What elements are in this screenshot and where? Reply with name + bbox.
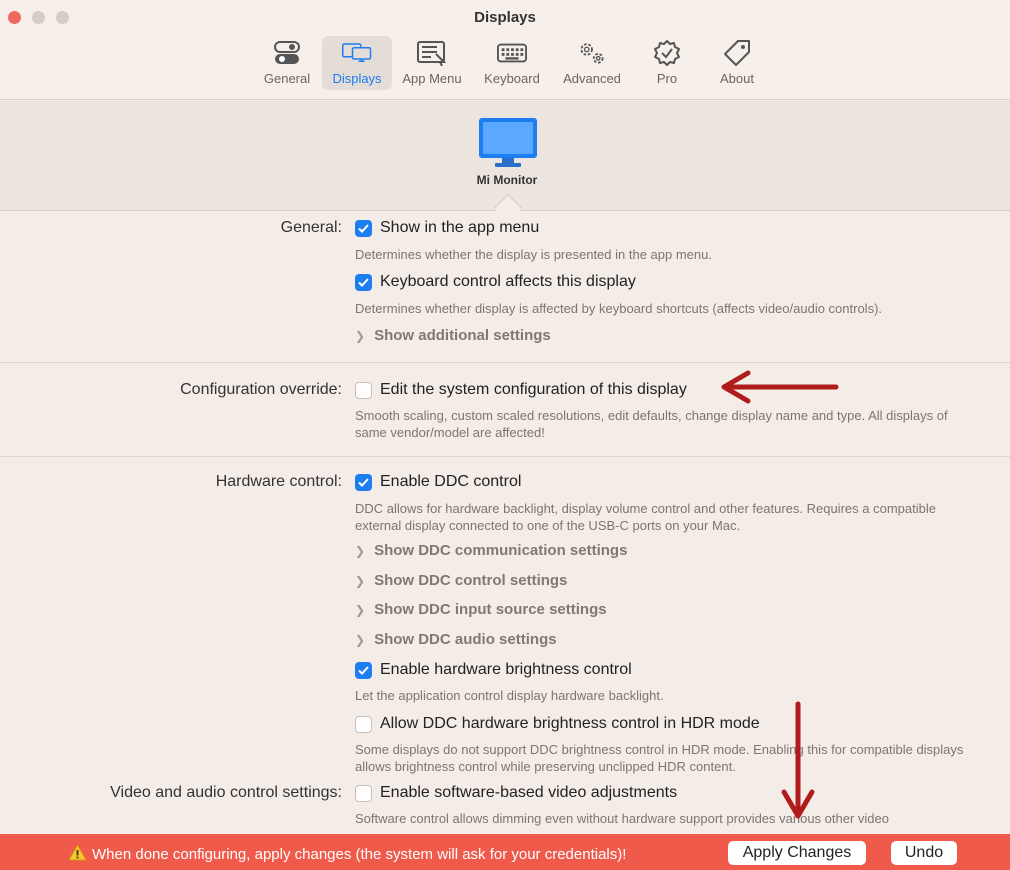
displays-icon <box>342 40 372 66</box>
preferences-tabs: General Displays App Menu Keyboard Advan… <box>252 36 772 90</box>
display-picker: Mi Monitor <box>0 101 1010 211</box>
tab-about-label: About <box>720 71 754 86</box>
ddc-input-source-disclosure[interactable]: ❯ Show DDC input source settings <box>355 601 607 618</box>
keyboard-control-label: Keyboard control affects this display <box>380 273 636 290</box>
hdr-brightness-description: Some displays do not support DDC brightn… <box>355 742 964 774</box>
annotation-arrow-left <box>721 370 839 404</box>
hw-brightness-checkbox[interactable] <box>355 661 372 679</box>
hdr-brightness-label: Allow DDC hardware brightness control in… <box>380 715 760 732</box>
ddc-label: Enable DDC control <box>380 473 522 490</box>
chevron-right-icon: ❯ <box>355 328 366 343</box>
apply-changes-button[interactable]: Apply Changes <box>728 841 866 865</box>
preferences-window: Displays General Displays App Menu Keybo… <box>0 0 1010 870</box>
undo-button[interactable]: Undo <box>891 841 957 865</box>
show-in-menu-description: Determines whether the display is presen… <box>355 247 712 262</box>
ddc-checkbox[interactable] <box>355 473 372 491</box>
show-in-menu-checkbox[interactable] <box>355 219 372 237</box>
software-video-description: Software control allows dimming even wit… <box>355 811 889 826</box>
edit-config-checkbox[interactable] <box>355 381 372 399</box>
video-audio-section-label: Video and audio control settings: <box>110 784 342 801</box>
tab-app-menu-label: App Menu <box>402 71 462 86</box>
tab-advanced-label: Advanced <box>563 71 621 86</box>
ddc-control-disclosure[interactable]: ❯ Show DDC control settings <box>355 572 567 589</box>
toggles-icon <box>272 40 302 66</box>
show-in-menu-option[interactable]: Show in the app menu <box>355 219 539 237</box>
edit-config-description: Smooth scaling, custom scaled resolution… <box>355 408 948 440</box>
tab-displays-label: Displays <box>332 71 382 86</box>
tab-general[interactable]: General <box>252 36 322 90</box>
toolbar: Displays General Displays App Menu Keybo… <box>0 0 1010 100</box>
section-divider <box>0 456 1010 457</box>
tab-app-menu[interactable]: App Menu <box>392 36 472 90</box>
show-additional-settings-label: Show additional settings <box>374 327 551 344</box>
chevron-right-icon: ❯ <box>355 632 366 647</box>
tab-advanced[interactable]: Advanced <box>552 36 632 90</box>
ddc-communication-disclosure[interactable]: ❯ Show DDC communication settings <box>355 542 627 559</box>
banner-message-text: When done configuring, apply changes (th… <box>92 846 627 863</box>
keyboard-icon <box>497 40 527 66</box>
tag-icon <box>722 40 752 66</box>
chevron-right-icon: ❯ <box>355 602 366 617</box>
banner-message: When done configuring, apply changes (th… <box>68 844 626 865</box>
ddc-input-source-label: Show DDC input source settings <box>374 601 607 618</box>
software-video-label: Enable software-based video adjustments <box>380 784 678 801</box>
edit-config-option[interactable]: Edit the system configuration of this di… <box>355 381 687 399</box>
edit-config-label: Edit the system configuration of this di… <box>380 381 687 398</box>
software-video-option[interactable]: Enable software-based video adjustments <box>355 784 677 802</box>
keyboard-control-option[interactable]: Keyboard control affects this display <box>355 273 636 291</box>
app-menu-icon <box>417 40 447 66</box>
tab-pro-label: Pro <box>656 71 678 86</box>
hdr-brightness-checkbox[interactable] <box>355 715 372 733</box>
ddc-control-label: Show DDC control settings <box>374 572 568 589</box>
chevron-right-icon: ❯ <box>355 573 366 588</box>
hw-brightness-label: Enable hardware brightness control <box>380 661 632 678</box>
ddc-audio-label: Show DDC audio settings <box>374 631 557 648</box>
hw-brightness-description: Let the application control display hard… <box>355 688 664 703</box>
ddc-option[interactable]: Enable DDC control <box>355 473 521 491</box>
ddc-description: DDC allows for hardware backlight, displ… <box>355 501 936 533</box>
annotation-arrow-down <box>781 701 815 819</box>
monitor-icon[interactable] <box>478 117 538 174</box>
window-title: Displays <box>474 9 536 26</box>
hw-brightness-option[interactable]: Enable hardware brightness control <box>355 661 632 679</box>
warning-icon <box>68 844 87 865</box>
tab-general-label: General <box>263 71 311 86</box>
verified-badge-icon <box>652 40 682 66</box>
hardware-section-label: Hardware control: <box>215 473 342 490</box>
keyboard-control-checkbox[interactable] <box>355 273 372 291</box>
general-section-label: General: <box>280 219 342 236</box>
tab-displays[interactable]: Displays <box>322 36 392 90</box>
show-additional-settings-disclosure[interactable]: ❯ Show additional settings <box>355 327 551 344</box>
section-divider <box>0 362 1010 363</box>
tab-about[interactable]: About <box>702 36 772 90</box>
display-name: Mi Monitor <box>476 173 538 187</box>
apply-changes-banner: When done configuring, apply changes (th… <box>0 834 1010 870</box>
tab-keyboard[interactable]: Keyboard <box>472 36 552 90</box>
show-in-menu-label: Show in the app menu <box>380 219 540 236</box>
tab-pro[interactable]: Pro <box>632 36 702 90</box>
chevron-right-icon: ❯ <box>355 543 366 558</box>
gears-icon <box>577 40 607 66</box>
hdr-brightness-option[interactable]: Allow DDC hardware brightness control in… <box>355 715 760 733</box>
software-video-checkbox[interactable] <box>355 784 372 802</box>
ddc-audio-disclosure[interactable]: ❯ Show DDC audio settings <box>355 631 557 648</box>
ddc-communication-label: Show DDC communication settings <box>374 542 628 559</box>
keyboard-control-description: Determines whether display is affected b… <box>355 301 883 316</box>
config-override-section-label: Configuration override: <box>180 381 342 398</box>
tab-keyboard-label: Keyboard <box>484 71 540 86</box>
